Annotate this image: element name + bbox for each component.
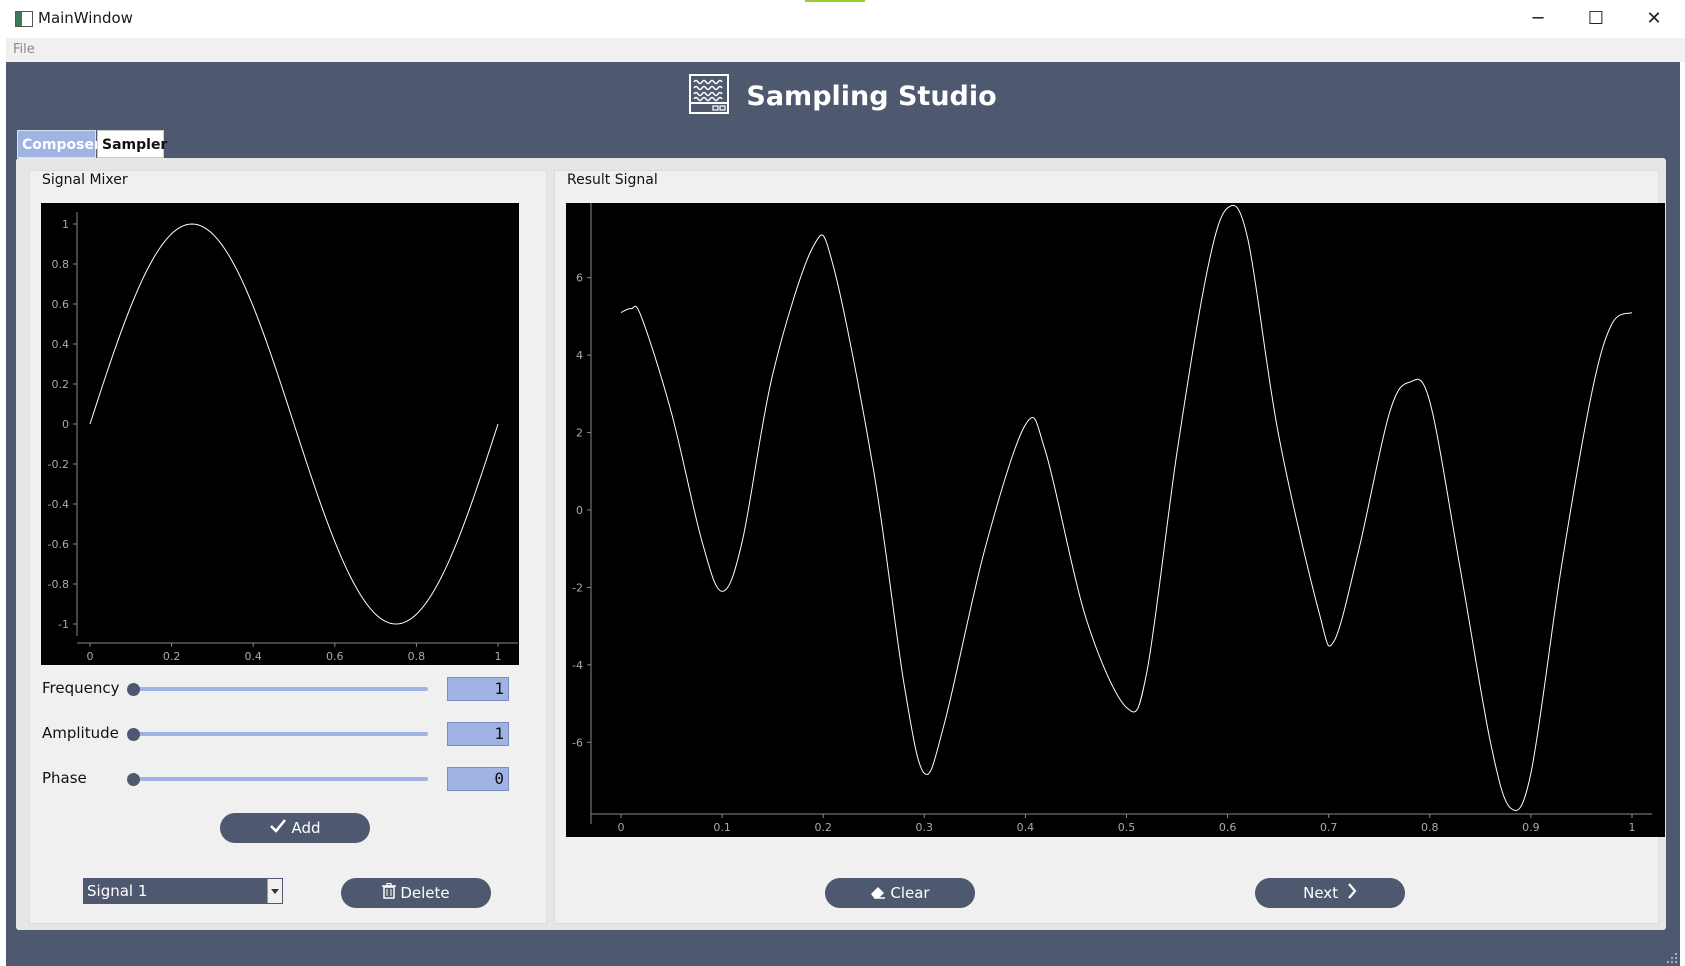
delete-button[interactable]: Delete [341, 878, 491, 908]
chevron-right-icon [1347, 879, 1357, 909]
mixer-series-line [89, 223, 499, 625]
tab-sampler[interactable]: Sampler [97, 130, 167, 158]
mixer-y-tick-label: -0.2 [48, 458, 69, 471]
signal-select[interactable]: Signal 1 [83, 878, 283, 904]
waveform-monitor-icon [689, 74, 730, 118]
mixer-x-tick-label: 0.8 [408, 650, 426, 663]
result-y-tick-label: 4 [576, 349, 583, 362]
amplitude-label: Amplitude [42, 724, 119, 742]
result-x-tick-label: 0.1 [713, 821, 731, 834]
signal-mixer-group: Signal Mixer 0 0.2 0.4 0.6 0.8 1 1 0.8 0.6 0.4 0.2… [29, 170, 547, 924]
mixer-x-tick-label: 0.6 [326, 650, 344, 663]
mixer-y-tick-label: 0.4 [52, 338, 70, 351]
result-y-tick-label: 6 [576, 272, 583, 285]
frequency-label: Frequency [42, 679, 120, 697]
amplitude-slider-handle[interactable] [127, 728, 140, 741]
clear-button-label: Clear [890, 884, 930, 902]
result-signal-plot[interactable]: 0 0.1 0.2 0.3 0.4 0.5 0.6 0.7 0.8 0.9 1 6 4 2 0 -2 -4 -6 [566, 196, 1665, 837]
result-signal-group: Result Signal 0 0.1 0.2 0.3 0.4 0.5 0.6 0.7 0.8 0… [554, 170, 1665, 924]
result-signal-chart: 0 0.1 0.2 0.3 0.4 0.5 0.6 0.7 0.8 0.9 1 6 4 2 0 -2 -4 -6 [572, 196, 1652, 834]
signal-mixer-plot[interactable]: 0 0.2 0.4 0.6 0.8 1 1 0.8 0.6 0.4 0.2 0 -0.2 -0.4 -0.6… [41, 203, 519, 665]
result-x-tick-label: 0.7 [1320, 821, 1338, 834]
minimize-button[interactable]: ─ [1515, 4, 1561, 34]
chevron-down-icon[interactable] [267, 879, 282, 903]
mixer-y-tick-label: 0 [62, 418, 69, 431]
frequency-spinbox[interactable]: 1 [447, 677, 509, 701]
result-x-tick-label: 0.3 [916, 821, 934, 834]
result-x-tick-label: 0.6 [1219, 821, 1237, 834]
maximize-button[interactable]: ☐ [1573, 4, 1619, 34]
result-y-tick-label: -4 [572, 659, 583, 672]
mixer-y-tick-label: 0.8 [52, 258, 70, 271]
delete-button-label: Delete [400, 884, 450, 902]
signal-select-value: Signal 1 [87, 882, 148, 900]
menu-bar: File [6, 38, 1685, 62]
result-x-tick-label: 0.2 [814, 821, 832, 834]
resize-grip-icon[interactable] [1666, 952, 1678, 964]
window-title: MainWindow [38, 9, 133, 27]
amplitude-slider[interactable] [133, 732, 428, 736]
result-x-tick-label: 0.9 [1522, 821, 1540, 834]
eraser-icon [870, 879, 886, 909]
app-header: Sampling Studio [6, 74, 1680, 124]
result-x-tick-label: 1 [1629, 821, 1636, 834]
frequency-slider-handle[interactable] [127, 683, 140, 696]
mixer-y-tick-label: 0.2 [52, 378, 70, 391]
result-series-line [620, 204, 1633, 811]
phase-label: Phase [42, 769, 87, 787]
mixer-x-tick-label: 1 [495, 650, 502, 663]
result-y-tick-label: -6 [572, 736, 583, 749]
phase-slider[interactable] [133, 777, 428, 781]
tab-composer[interactable]: Composer [17, 130, 101, 158]
result-x-tick-label: 0.5 [1118, 821, 1136, 834]
mixer-y-tick-label: 0.6 [52, 298, 70, 311]
composer-panel: Signal Mixer 0 0.2 0.4 0.6 0.8 1 1 0.8 0.6 0.4 0.2… [16, 158, 1666, 930]
mixer-y-tick-label: -0.8 [48, 578, 69, 591]
next-button[interactable]: Next [1255, 878, 1405, 908]
result-y-tick-label: 2 [576, 427, 583, 440]
signal-mixer-chart: 0 0.2 0.4 0.6 0.8 1 1 0.8 0.6 0.4 0.2 0 -0.2 -0.4 -0.6… [48, 212, 518, 663]
result-y-tick-label: -2 [572, 581, 583, 594]
result-x-tick-label: 0.4 [1017, 821, 1035, 834]
result-y-tick-label: 0 [576, 504, 583, 517]
mixer-y-tick-label: -0.6 [48, 538, 69, 551]
main-content: Sampling Studio Composer Sampler Signal … [6, 62, 1680, 966]
trash-icon [382, 879, 397, 909]
mixer-x-tick-label: 0.4 [244, 650, 262, 663]
add-button-label: Add [291, 819, 321, 837]
mixer-x-tick-label: 0.2 [163, 650, 181, 663]
app-window-icon [15, 11, 33, 27]
check-icon [269, 814, 287, 844]
add-button[interactable]: Add [220, 813, 370, 843]
mixer-y-tick-label: -0.4 [48, 498, 69, 511]
phase-spinbox[interactable]: 0 [447, 767, 509, 791]
signal-mixer-title: Signal Mixer [40, 172, 130, 188]
mixer-x-tick-label: 0 [87, 650, 94, 663]
amplitude-spinbox[interactable]: 1 [447, 722, 509, 746]
menu-file[interactable]: File [13, 42, 35, 57]
result-signal-title: Result Signal [565, 172, 660, 188]
close-button[interactable]: ✕ [1631, 4, 1677, 34]
next-button-label: Next [1303, 884, 1339, 902]
frequency-slider[interactable] [133, 687, 428, 691]
result-x-tick-label: 0.8 [1421, 821, 1439, 834]
mixer-y-tick-label: 1 [62, 218, 69, 231]
app-title: Sampling Studio [746, 80, 997, 112]
title-accent-line [805, 0, 865, 2]
window-title-bar: MainWindow ─ ☐ ✕ [0, 0, 1685, 38]
clear-button[interactable]: Clear [825, 878, 975, 908]
phase-slider-handle[interactable] [127, 773, 140, 786]
result-x-tick-label: 0 [618, 821, 625, 834]
mixer-y-tick-label: -1 [58, 618, 69, 631]
